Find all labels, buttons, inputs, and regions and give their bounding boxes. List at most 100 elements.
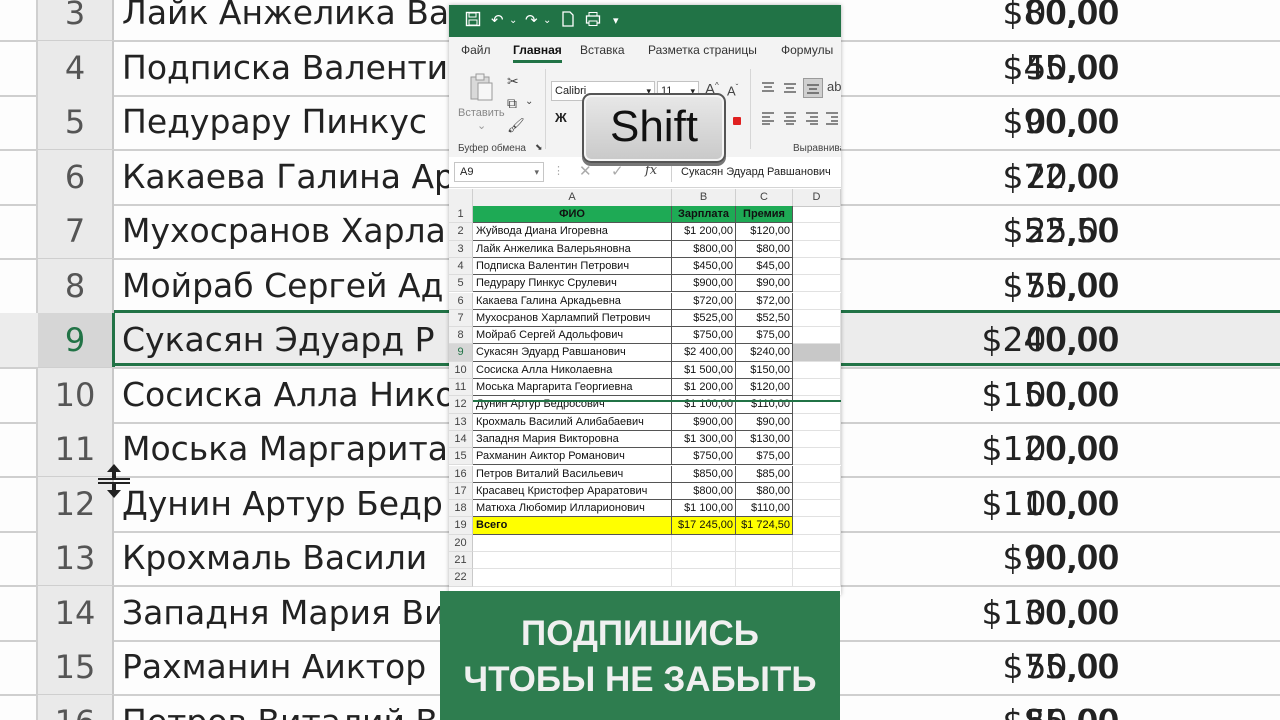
new-file-icon[interactable]: [561, 11, 575, 31]
cell-salary[interactable]: [672, 534, 736, 552]
formula-input[interactable]: Сукасян Эдуард Равшанович: [681, 166, 831, 178]
tab-4[interactable]: Разметка страницы: [648, 43, 757, 57]
row-header[interactable]: 22: [449, 569, 473, 587]
cell-bonus[interactable]: $90,00: [736, 275, 793, 293]
cell-bonus[interactable]: Премия: [736, 206, 793, 224]
enter-icon[interactable]: ✓: [611, 162, 624, 180]
cancel-icon[interactable]: ✕: [579, 162, 592, 180]
cell-bonus[interactable]: $110,00: [736, 500, 793, 518]
cell-name[interactable]: [473, 534, 672, 552]
cell-d[interactable]: [793, 534, 841, 552]
row-header[interactable]: 1: [449, 206, 473, 224]
cell-salary[interactable]: $2 400,00: [672, 344, 736, 362]
row-header[interactable]: 7: [449, 309, 473, 328]
cell-d[interactable]: [793, 569, 841, 587]
cell-bonus[interactable]: $130,00: [736, 430, 793, 449]
cell-bonus[interactable]: $90,00: [736, 413, 793, 431]
chevron-down-icon[interactable]: ⌄: [477, 119, 486, 132]
cell-d[interactable]: [793, 206, 841, 224]
decrease-font-icon[interactable]: Aˇ: [727, 83, 738, 98]
row-header[interactable]: 4: [449, 257, 473, 276]
insert-function-button[interactable]: fx: [645, 163, 657, 178]
format-painter-icon[interactable]: 🖌: [507, 117, 525, 134]
chevron-down-icon[interactable]: ⌄: [543, 11, 551, 31]
cell-salary[interactable]: $750,00: [672, 327, 736, 345]
more-dots-icon[interactable]: ⋮: [553, 164, 564, 177]
cell-salary[interactable]: $800,00: [672, 482, 736, 501]
cell-d[interactable]: [793, 361, 841, 379]
column-header-c[interactable]: C: [736, 189, 793, 206]
cell-salary[interactable]: $17 245,00: [672, 517, 736, 535]
cell-bonus[interactable]: $240,00: [736, 344, 793, 362]
cell-name[interactable]: Петров Виталий Васильевич: [473, 465, 672, 483]
cell-bonus[interactable]: $110,00: [736, 396, 793, 414]
cell-salary[interactable]: Зарплата: [672, 206, 736, 224]
paste-label[interactable]: Вставить: [458, 107, 505, 119]
dialog-launcher-icon[interactable]: ⬊: [535, 142, 543, 153]
row-header[interactable]: 19: [449, 517, 473, 535]
row-header[interactable]: 2: [449, 223, 473, 241]
cell-salary[interactable]: $525,00: [672, 309, 736, 328]
row-header[interactable]: 5: [449, 275, 473, 293]
cell-name[interactable]: Крохмаль Василий Алибабаевич: [473, 413, 672, 431]
row-header[interactable]: 9: [449, 344, 473, 362]
row-header[interactable]: 20: [449, 534, 473, 552]
cell-d[interactable]: [793, 430, 841, 449]
select-all-corner[interactable]: [449, 189, 473, 206]
cell-name[interactable]: Подписка Валентин Петрович: [473, 257, 672, 276]
row-header[interactable]: 3: [449, 240, 473, 258]
cell-name[interactable]: Жуйвода Диана Игоревна: [473, 223, 672, 241]
cell-bonus[interactable]: [736, 569, 793, 587]
cell-d[interactable]: [793, 223, 841, 241]
cell-salary[interactable]: $1 500,00: [672, 361, 736, 379]
row-header[interactable]: 16: [449, 465, 473, 483]
column-header-a[interactable]: A: [473, 189, 672, 206]
align-bottom-icon[interactable]: [803, 78, 823, 98]
cell-d[interactable]: [793, 552, 841, 570]
cell-name[interactable]: Западня Мария Викторовна: [473, 430, 672, 449]
cell-salary[interactable]: $1 100,00: [672, 396, 736, 414]
cell-name[interactable]: Мойраб Сергей Адольфович: [473, 327, 672, 345]
row-header[interactable]: 15: [449, 448, 473, 466]
cell-d[interactable]: [793, 344, 841, 362]
cell-d[interactable]: [793, 448, 841, 466]
cell-salary[interactable]: $900,00: [672, 275, 736, 293]
cell-d[interactable]: [793, 240, 841, 258]
row-header[interactable]: 14: [449, 430, 473, 449]
chevron-down-icon[interactable]: ⌄: [509, 11, 517, 31]
save-icon[interactable]: [465, 11, 481, 31]
cell-bonus[interactable]: $85,00: [736, 465, 793, 483]
chevron-down-icon[interactable]: ⌄: [525, 96, 533, 107]
name-box[interactable]: A9 ▾: [454, 162, 544, 182]
cell-bonus[interactable]: $150,00: [736, 361, 793, 379]
cell-name[interactable]: Сосиска Алла Николаевна: [473, 361, 672, 379]
row-header[interactable]: 12: [449, 396, 473, 414]
cell-bonus[interactable]: $52,50: [736, 309, 793, 328]
cell-d[interactable]: [793, 413, 841, 431]
cell-bonus[interactable]: $45,00: [736, 257, 793, 276]
cell-name[interactable]: Лайк Анжелика Валерьяновна: [473, 240, 672, 258]
cell-bonus[interactable]: [736, 534, 793, 552]
row-header[interactable]: 6: [449, 292, 473, 310]
cell-d[interactable]: [793, 517, 841, 535]
cell-name[interactable]: Красавец Кристофер Араратович: [473, 482, 672, 501]
copy-icon[interactable]: ⧉: [507, 95, 517, 112]
cell-name[interactable]: Дунин Артур Бедросович: [473, 396, 672, 414]
cell-d[interactable]: [793, 309, 841, 328]
tab-5[interactable]: Формулы: [781, 43, 833, 57]
column-header-b[interactable]: B: [672, 189, 736, 206]
cell-name[interactable]: Мухосранов Харлампий Петрович: [473, 309, 672, 328]
tab-3[interactable]: Вставка: [580, 43, 625, 57]
redo-icon[interactable]: ↷: [525, 11, 538, 31]
cell-salary[interactable]: $720,00: [672, 292, 736, 310]
cell-salary[interactable]: $1 100,00: [672, 500, 736, 518]
cell-bonus[interactable]: $120,00: [736, 379, 793, 397]
cell-d[interactable]: [793, 379, 841, 397]
cell-bonus[interactable]: $80,00: [736, 482, 793, 501]
row-header[interactable]: 8: [449, 327, 473, 345]
cell-name[interactable]: Какаева Галина Аркадьевна: [473, 292, 672, 310]
cell-name[interactable]: [473, 552, 672, 570]
column-header-d[interactable]: D: [793, 189, 841, 206]
orientation-icon[interactable]: ab: [827, 79, 841, 94]
cell-name[interactable]: Педурару Пинкус Срулевич: [473, 275, 672, 293]
